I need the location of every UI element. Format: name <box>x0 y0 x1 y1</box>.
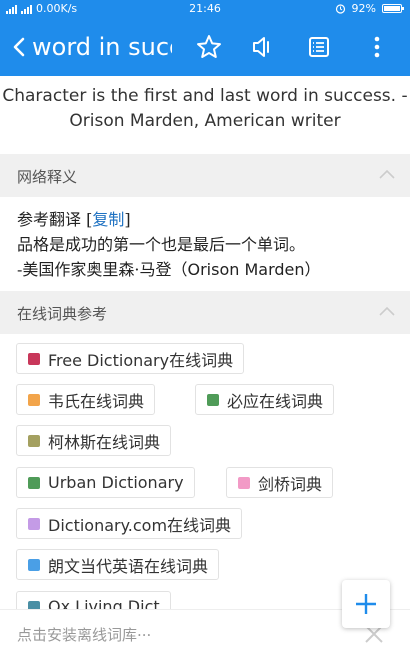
color-swatch <box>207 393 219 406</box>
battery-icon <box>382 4 404 13</box>
dict-label: Dictionary.com在线词典 <box>48 515 232 535</box>
color-swatch <box>28 434 40 447</box>
plus-icon <box>356 594 376 614</box>
dict-chip-collins[interactable]: 柯林斯在线词典 <box>16 425 172 456</box>
dict-label: 必应在线词典 <box>227 391 324 411</box>
dict-label: Ox Living Dict <box>48 597 160 609</box>
more-menu-button[interactable] <box>360 30 394 64</box>
copy-link[interactable]: 复制 <box>92 210 124 229</box>
dict-label: Urban Dictionary <box>48 473 184 492</box>
color-swatch <box>28 517 40 530</box>
page-title: word in success <box>32 33 172 61</box>
translation-line: 品格是成功的第一个也是最后一个单词。 <box>17 235 306 254</box>
word-quote: Character is the first and last word in … <box>2 86 408 131</box>
color-swatch <box>28 558 40 571</box>
status-bar: 0.00K/s 21:46 92% <box>0 0 410 18</box>
speaker-icon <box>253 37 269 57</box>
app-bar: word in success <box>0 18 410 76</box>
back-button[interactable] <box>4 28 34 66</box>
dictionary-list: Free Dictionary在线词典 韦氏在线词典 必应在线词典 柯林斯在线词… <box>0 334 410 609</box>
offline-install-hint[interactable]: 点击安装离线词库··· <box>17 624 151 645</box>
more-vertical-icon <box>374 36 380 58</box>
web-definition-header[interactable]: 网络释义 <box>0 154 410 197</box>
reference-bracket: ] <box>124 210 131 229</box>
dict-label: 剑桥词典 <box>258 474 323 494</box>
chevron-up-icon <box>379 306 395 316</box>
color-swatch <box>28 352 40 365</box>
online-dict-header[interactable]: 在线词典参考 <box>0 291 410 334</box>
dict-label: 韦氏在线词典 <box>48 391 145 411</box>
dict-chip-free-dictionary[interactable]: Free Dictionary在线词典 <box>16 343 245 374</box>
attribution-cn: -美国作家奥里森·马登（ <box>17 260 188 279</box>
dict-label: 柯林斯在线词典 <box>48 432 161 452</box>
dict-chip-cambridge[interactable]: 剑桥词典 <box>226 467 334 498</box>
web-definition-title: 网络释义 <box>17 168 78 186</box>
dict-chip-dictionary-com[interactable]: Dictionary.com在线词典 <box>16 508 243 539</box>
web-definition-body: 参考翻译 [复制] 品格是成功的第一个也是最后一个单词。 -美国作家奥里森·马登… <box>17 207 407 282</box>
add-button[interactable] <box>342 580 390 628</box>
attribution-end: ） <box>304 260 321 279</box>
dict-label: Free Dictionary在线词典 <box>48 350 234 370</box>
color-swatch <box>28 476 40 489</box>
notes-button[interactable] <box>302 30 336 64</box>
notebook-icon <box>309 37 329 57</box>
color-swatch <box>28 600 40 609</box>
attribution-line: -美国作家奥里森·马登（Orison Marden） <box>17 257 407 282</box>
dict-chip-oxford[interactable]: Ox Living Dict <box>16 591 171 609</box>
color-swatch <box>238 476 250 489</box>
dict-chip-urban-dictionary[interactable]: Urban Dictionary <box>16 467 195 498</box>
dict-label: 朗文当代英语在线词典 <box>48 556 209 576</box>
attribution-en: Orison Marden <box>187 260 305 279</box>
dict-chip-longman[interactable]: 朗文当代英语在线词典 <box>16 549 220 580</box>
dict-chip-merriam-webster[interactable]: 韦氏在线词典 <box>16 384 156 415</box>
battery-percent: 92% <box>351 2 376 15</box>
online-dict-title: 在线词典参考 <box>17 305 108 323</box>
status-right: 92% <box>335 2 404 15</box>
star-icon <box>197 35 221 58</box>
back-arrow-icon <box>13 37 25 57</box>
favorite-button[interactable] <box>192 30 226 64</box>
color-swatch <box>28 393 40 406</box>
pronounce-button[interactable] <box>246 30 280 64</box>
dict-chip-bing[interactable]: 必应在线词典 <box>195 384 335 415</box>
chevron-up-icon <box>379 169 395 179</box>
alarm-icon <box>335 4 345 14</box>
reference-label: 参考翻译 [ <box>17 210 93 229</box>
reference-line: 参考翻译 [复制] <box>17 207 407 232</box>
